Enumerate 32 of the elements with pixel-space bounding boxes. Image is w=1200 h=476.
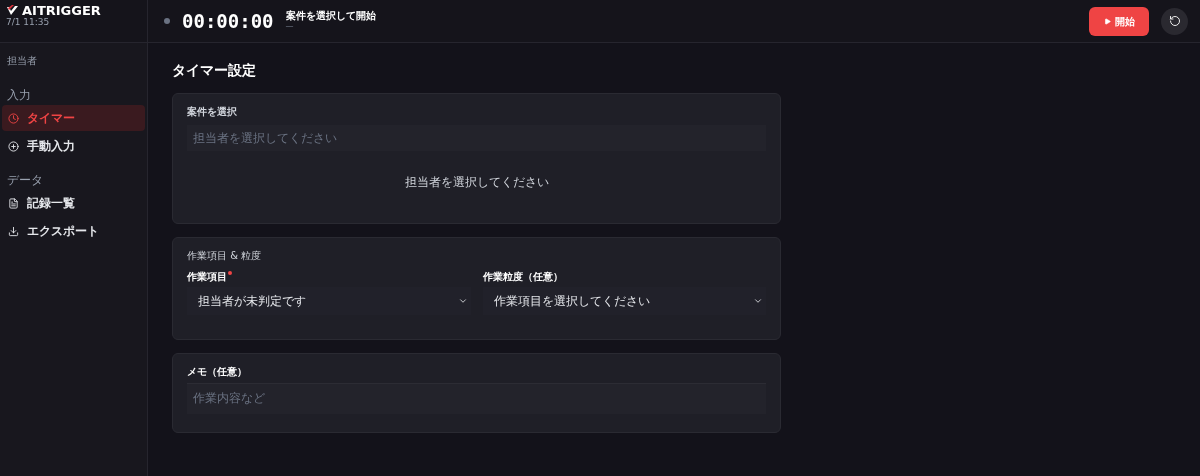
brand-name: AITRIGGER <box>22 4 101 17</box>
field-label: 作業粒度（任意） <box>482 270 564 284</box>
timer-title: 案件を選択して開始 <box>285 9 376 23</box>
clock-icon <box>8 112 19 124</box>
reset-icon <box>1168 15 1181 27</box>
reset-button[interactable] <box>1161 7 1188 35</box>
chevron-icon <box>753 296 763 306</box>
sidebar-group-label: データ <box>6 172 44 189</box>
nav-item[interactable]: タイマー <box>2 105 145 131</box>
brand-datetime: 7/1 11:35 <box>6 17 51 29</box>
section-label: 案件を選択 <box>187 105 238 119</box>
chevron-icon <box>457 296 468 306</box>
document-icon <box>8 197 19 209</box>
memo-field[interactable]: 作業内容など <box>187 384 766 414</box>
sidebar-group-label: 入力 <box>6 87 32 104</box>
nav-item[interactable]: エクスポート <box>2 218 145 244</box>
start-button[interactable]: 開始 <box>1089 6 1149 36</box>
empty-message: 担当者を選択してください <box>404 174 549 191</box>
page-title: タイマー設定 <box>172 61 257 80</box>
nav-item[interactable]: 手動入力 <box>2 133 145 159</box>
download-icon <box>8 225 19 237</box>
search-field[interactable]: 担当者を選択してください <box>187 125 766 151</box>
field-label: メモ（任意） <box>187 365 248 379</box>
timer-display: 00:00:00 <box>182 8 274 34</box>
section-label: 作業項目 & 粒度 <box>187 249 263 263</box>
plus-icon <box>8 140 19 152</box>
field-label: 作業項目 <box>187 269 471 284</box>
logo-icon <box>6 4 20 17</box>
sidebar-label: 担当者 <box>6 54 38 68</box>
play-icon <box>1103 17 1111 25</box>
timer-subtitle: — <box>285 22 295 33</box>
nav-item[interactable]: 記録一覧 <box>2 190 145 216</box>
